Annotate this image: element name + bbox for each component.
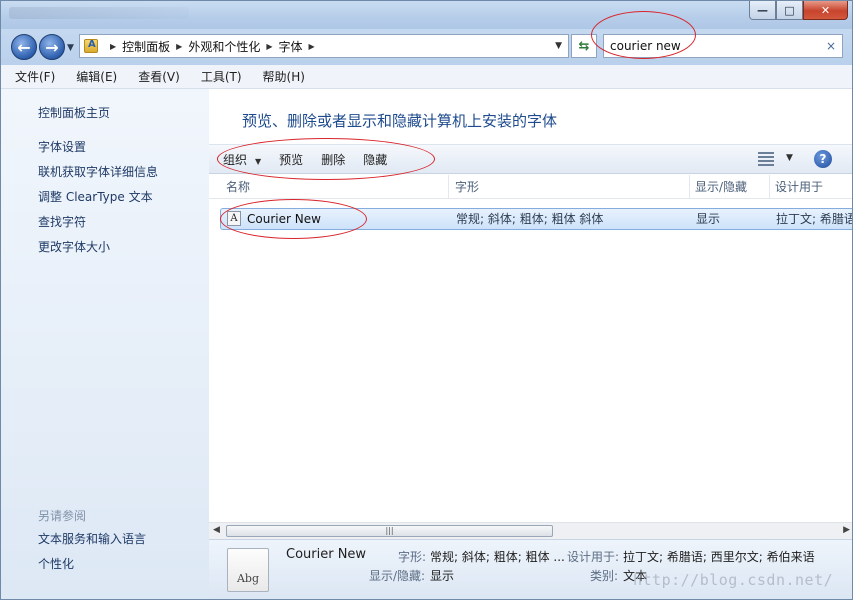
explorer-window: — □ ✕ ← → ▼ ▶ 控制面板 ▶ 外观和个性化 ▶ 字体 ▶ ▼ ⇆ ×… [0,0,853,600]
sidebar-item-find-character[interactable]: 查找字符 [38,214,158,239]
menu-edit[interactable]: 编辑(E) [72,66,121,87]
breadcrumb-separator-icon[interactable]: ▶ [266,42,272,51]
blurred-title [9,7,189,19]
font-file-icon: A [227,211,241,226]
details-styles-label: 字形: [398,550,427,564]
organize-button[interactable]: 组织 ▼ [223,151,261,168]
column-header: 名称 字形 显示/隐藏 设计用于 [209,175,852,199]
forward-button[interactable]: → [39,34,65,60]
details-pane: Abg Courier New 字形: 常规; 斜体; 粗体; 粗体 ... 设… [209,539,852,599]
details-designed-label: 设计用于: [567,550,620,564]
font-preview-sample: Abg [236,572,260,585]
details-category-label: 类别: [590,569,619,583]
details-styles-value: 常规; 斜体; 粗体; 粗体 ... [430,550,565,564]
breadcrumb-control-panel[interactable]: 控制面板 [122,38,170,55]
back-button[interactable]: ← [11,34,37,60]
control-panel-home-link[interactable]: 控制面板主页 [38,104,110,121]
see-also-text-services[interactable]: 文本服务和输入语言 [38,531,146,556]
menu-file[interactable]: 文件(F) [11,66,59,87]
details-designed-value: 拉丁文; 希腊语; 西里尔文; 希伯来语 [623,550,815,564]
breadcrumb-separator-icon[interactable]: ▶ [309,42,315,51]
see-also-heading: 另请参阅 [38,509,87,523]
chevron-down-icon: ▼ [255,156,262,166]
breadcrumb-fonts[interactable]: 字体 [279,38,303,55]
font-name: Courier New [247,212,321,226]
font-preview-icon: Abg [227,548,269,592]
breadcrumb-separator-icon[interactable]: ▶ [110,42,116,51]
title-bar: — □ ✕ [1,1,852,29]
arrow-right-icon: → [45,37,59,57]
horizontal-scrollbar[interactable]: ◀ ||| ▶ [209,522,852,539]
task-list: 字体设置 联机获取字体详细信息 调整 ClearType 文本 查找字符 更改字… [38,139,158,264]
see-also-personalization[interactable]: 个性化 [38,556,146,581]
clear-search-icon[interactable]: × [826,39,836,53]
hide-button[interactable]: 隐藏 [363,151,387,168]
font-designed-for: 拉丁文; 希腊语 [776,212,853,226]
maximize-button[interactable]: □ [776,1,803,20]
column-name[interactable]: 名称 [219,175,449,199]
column-visibility[interactable]: 显示/隐藏 [688,175,770,199]
breadcrumb-appearance[interactable]: 外观和个性化 [188,38,260,55]
close-button[interactable]: ✕ [803,1,848,20]
command-bar: 组织 ▼ 预览 删除 隐藏 ▼ ? [209,144,852,174]
minimize-button[interactable]: — [749,1,776,20]
details-visibility-value: 显示 [430,569,455,583]
font-row-courier-new[interactable]: A Courier New 常规; 斜体; 粗体; 粗体 斜体 显示 拉丁文; … [220,208,853,230]
refresh-button[interactable]: ⇆ [571,34,597,58]
refresh-icon: ⇆ [578,38,590,54]
help-icon[interactable]: ? [814,150,832,168]
address-dropdown-icon[interactable]: ▼ [555,41,562,51]
page-title: 预览、删除或者显示和隐藏计算机上安装的字体 [242,112,558,130]
menu-tools[interactable]: 工具(T) [197,66,246,87]
column-styles[interactable]: 字形 [448,175,690,199]
arrow-left-icon: ← [17,37,31,57]
sidebar-item-cleartype[interactable]: 调整 ClearType 文本 [38,189,158,214]
column-designed-for[interactable]: 设计用于 [768,175,852,199]
scroll-right-icon[interactable]: ▶ [843,525,850,535]
scroll-left-icon[interactable]: ◀ [213,525,220,535]
details-visibility-label: 显示/隐藏: [369,569,426,583]
address-bar[interactable]: ▶ 控制面板 ▶ 外观和个性化 ▶ 字体 ▶ ▼ [79,34,569,58]
preview-button[interactable]: 预览 [279,151,303,168]
main-pane: 预览、删除或者显示和隐藏计算机上安装的字体 组织 ▼ 预览 删除 隐藏 ▼ ? 名… [209,89,853,599]
change-view-icon[interactable] [758,152,774,166]
font-styles: 常规; 斜体; 粗体; 粗体 斜体 [456,212,604,226]
see-also-list: 文本服务和输入语言 个性化 [38,531,146,581]
menu-help[interactable]: 帮助(H) [259,66,309,87]
organize-label: 组织 [223,152,248,167]
watermark: http://blog.csdn.net/ [633,571,834,589]
recent-pages-dropdown[interactable]: ▼ [67,43,74,53]
menu-bar: 文件(F) 编辑(E) 查看(V) 工具(T) 帮助(H) [1,65,852,89]
menu-view[interactable]: 查看(V) [134,66,184,87]
task-pane: 控制面板主页 字体设置 联机获取字体详细信息 调整 ClearType 文本 查… [1,89,209,599]
search-input[interactable] [610,39,820,53]
delete-button[interactable]: 删除 [321,151,345,168]
font-visibility: 显示 [696,212,721,226]
breadcrumb-separator-icon[interactable]: ▶ [176,42,182,51]
search-box[interactable]: × [603,34,843,58]
view-options-dropdown-icon[interactable]: ▼ [786,153,793,163]
scrollbar-thumb[interactable]: ||| [226,525,553,537]
sidebar-item-online-font-info[interactable]: 联机获取字体详细信息 [38,164,158,189]
caption-buttons: — □ ✕ [749,1,848,20]
fonts-folder-icon [84,39,98,53]
sidebar-item-font-size[interactable]: 更改字体大小 [38,239,158,264]
details-font-name: Courier New [286,547,367,562]
sidebar-item-font-settings[interactable]: 字体设置 [38,139,158,164]
navigation-bar: ← → ▼ ▶ 控制面板 ▶ 外观和个性化 ▶ 字体 ▶ ▼ ⇆ × [1,29,852,65]
